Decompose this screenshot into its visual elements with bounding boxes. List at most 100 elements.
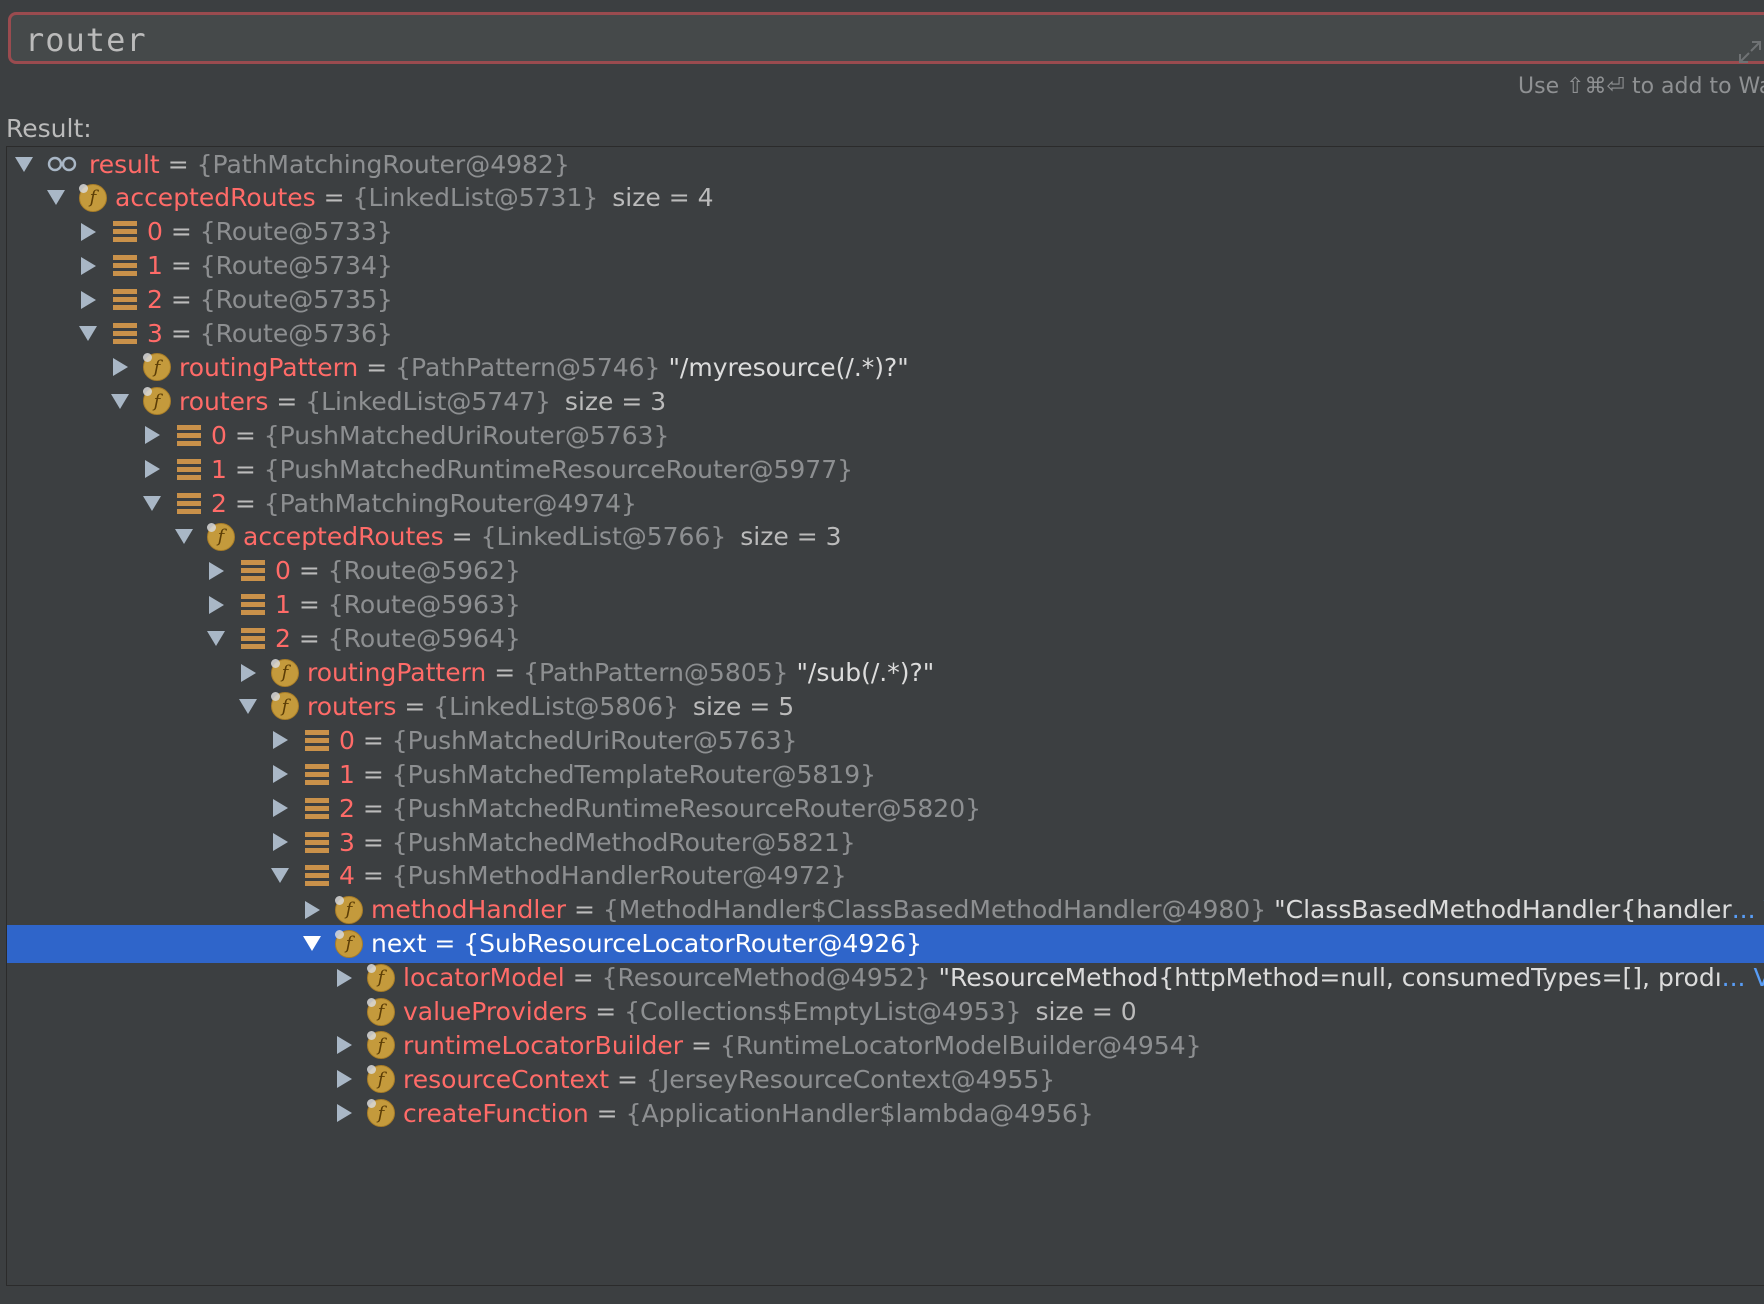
triangle-down-icon[interactable] — [207, 631, 225, 647]
tree-row[interactable]: f locatorModel = {ResourceMethod@4952} "Re… — [7, 959, 1764, 997]
triangle-down-icon[interactable] — [79, 326, 97, 341]
tree-row[interactable]: f routers = {LinkedList@5747} size = 3 — [7, 382, 1764, 420]
tree-row[interactable]: 2 = {Route@5735} — [7, 281, 1764, 319]
expand-toggle[interactable] — [331, 1094, 357, 1132]
view-more-link[interactable]: ... V — [1732, 895, 1764, 924]
expand-toggle[interactable] — [75, 281, 101, 319]
tree-row[interactable]: 0 = {PushMatchedUriRouter@5763} — [7, 721, 1764, 759]
triangle-right-icon[interactable] — [240, 663, 256, 682]
expand-icon[interactable] — [1737, 39, 1763, 65]
tree-row[interactable]: 2 = {PathMatchingRouter@4974} — [7, 484, 1764, 522]
tree-row[interactable]: 0 = {PushMatchedUriRouter@5763} — [7, 416, 1764, 454]
tree-row[interactable]: 1 = {Route@5963} — [7, 586, 1764, 624]
tree-row[interactable]: 3 = {Route@5736} — [7, 315, 1764, 353]
triangle-right-icon[interactable] — [272, 765, 288, 784]
expand-toggle[interactable] — [267, 755, 293, 793]
tree-row[interactable]: 2 = {Route@5964} — [7, 620, 1764, 658]
triangle-down-icon[interactable] — [271, 868, 289, 884]
expand-toggle[interactable] — [203, 586, 229, 624]
triangle-right-icon[interactable] — [80, 256, 96, 275]
triangle-right-icon[interactable] — [272, 731, 288, 750]
expand-toggle[interactable] — [139, 450, 165, 488]
triangle-right-icon[interactable] — [336, 1104, 352, 1123]
triangle-right-icon[interactable] — [144, 426, 160, 445]
triangle-right-icon[interactable] — [336, 1070, 352, 1089]
triangle-right-icon[interactable] — [272, 799, 288, 818]
tree-row[interactable]: f acceptedRoutes = {LinkedList@5731} size … — [7, 179, 1764, 217]
expand-toggle[interactable] — [331, 1060, 357, 1098]
expand-toggle[interactable] — [75, 213, 101, 251]
expand-toggle[interactable] — [203, 552, 229, 590]
collapse-toggle[interactable] — [299, 925, 325, 963]
collapse-toggle[interactable] — [267, 857, 293, 895]
field-icon: f — [335, 929, 363, 958]
triangle-right-icon[interactable] — [144, 460, 160, 479]
equals-sign: = — [572, 963, 594, 993]
tree-row[interactable]: f next = {SubResourceLocatorRouter@4926} — [7, 924, 1764, 963]
expand-toggle[interactable] — [107, 348, 133, 386]
equals-sign: = — [691, 1030, 712, 1060]
collapse-toggle[interactable] — [107, 382, 133, 420]
tree-row[interactable]: f resourceContext = {JerseyResourceContex… — [7, 1060, 1764, 1098]
tree-row[interactable]: f routingPattern = {PathPattern@5805} "/su… — [7, 654, 1764, 692]
tree-row[interactable]: f routers = {LinkedList@5806} size = 5 — [7, 687, 1764, 725]
expand-toggle[interactable] — [235, 654, 261, 692]
expression-input[interactable]: router — [8, 12, 1764, 64]
tree-row[interactable]: result = {PathMatchingRouter@4982} — [7, 145, 1764, 183]
triangle-down-icon[interactable] — [47, 190, 65, 206]
expand-toggle[interactable] — [299, 891, 325, 929]
expand-toggle[interactable] — [267, 823, 293, 861]
triangle-right-icon[interactable] — [208, 561, 224, 580]
collapse-toggle[interactable] — [203, 620, 229, 658]
triangle-down-icon[interactable] — [15, 156, 33, 172]
tree-row[interactable]: 1 = {PushMatchedTemplateRouter@5819} — [7, 755, 1764, 793]
tree-row[interactable]: f valueProviders = {Collections$EmptyList… — [7, 993, 1764, 1031]
view-more-link[interactable]: ... V — [1722, 963, 1764, 992]
tree-row[interactable]: f acceptedRoutes = {LinkedList@5766} size … — [7, 518, 1764, 556]
collapse-toggle[interactable] — [11, 145, 37, 183]
variable-type: {Route@5734} — [199, 251, 393, 281]
tree-row[interactable]: f createFunction = {ApplicationHandler$la… — [7, 1094, 1764, 1132]
tree-row[interactable]: 0 = {Route@5962} — [7, 552, 1764, 590]
triangle-right-icon[interactable] — [336, 968, 352, 987]
variable-name: next — [371, 929, 427, 959]
tree-row[interactable]: f methodHandler = {MethodHandler$ClassBas… — [7, 891, 1764, 929]
tree-row[interactable]: 1 = {Route@5734} — [7, 247, 1764, 285]
triangle-right-icon[interactable] — [80, 290, 96, 309]
triangle-down-icon[interactable] — [143, 495, 161, 511]
expand-toggle[interactable] — [139, 416, 165, 454]
triangle-down-icon[interactable] — [111, 393, 129, 409]
collapse-toggle[interactable] — [75, 315, 101, 353]
expand-toggle[interactable] — [267, 789, 293, 827]
collapse-toggle[interactable] — [235, 687, 261, 725]
variable-type: {PushMatchedUriRouter@5763} — [391, 725, 798, 755]
variable-type: {ApplicationHandler$lambda@4956} — [625, 1098, 1094, 1128]
triangle-down-icon[interactable] — [239, 698, 257, 714]
tree-row[interactable]: 1 = {PushMatchedRuntimeResourceRouter@59… — [7, 450, 1764, 488]
result-tree[interactable]: result = {PathMatchingRouter@4982} f accep… — [6, 146, 1764, 1286]
equals-sign: = — [276, 386, 298, 416]
expand-toggle[interactable] — [331, 959, 357, 997]
triangle-down-icon[interactable] — [175, 529, 193, 545]
tree-row[interactable]: f runtimeLocatorBuilder = {RuntimeLocator… — [7, 1026, 1764, 1064]
triangle-right-icon[interactable] — [112, 358, 128, 377]
triangle-right-icon[interactable] — [336, 1036, 352, 1055]
expand-toggle[interactable] — [267, 721, 293, 759]
triangle-down-icon[interactable] — [303, 936, 321, 952]
triangle-right-icon[interactable] — [304, 900, 320, 919]
triangle-right-icon[interactable] — [208, 595, 224, 614]
tree-row[interactable]: 0 = {Route@5733} — [7, 213, 1764, 251]
tree-row[interactable]: 3 = {PushMatchedMethodRouter@5821} — [7, 823, 1764, 861]
expand-toggle[interactable] — [331, 1026, 357, 1064]
tree-row[interactable]: 4 = {PushMethodHandlerRouter@4972} — [7, 857, 1764, 895]
variable-name: 2 — [339, 793, 355, 823]
collapse-toggle[interactable] — [171, 518, 197, 556]
tree-row[interactable]: f routingPattern = {PathPattern@5746} "/my… — [7, 348, 1764, 386]
tree-row[interactable]: 2 = {PushMatchedRuntimeResourceRouter@58… — [7, 789, 1764, 827]
triangle-right-icon[interactable] — [272, 833, 288, 851]
triangle-right-icon[interactable] — [80, 222, 96, 241]
collapse-toggle[interactable] — [43, 179, 69, 217]
expand-toggle[interactable] — [75, 247, 101, 285]
expression-text[interactable]: router — [25, 21, 147, 59]
collapse-toggle[interactable] — [139, 484, 165, 522]
